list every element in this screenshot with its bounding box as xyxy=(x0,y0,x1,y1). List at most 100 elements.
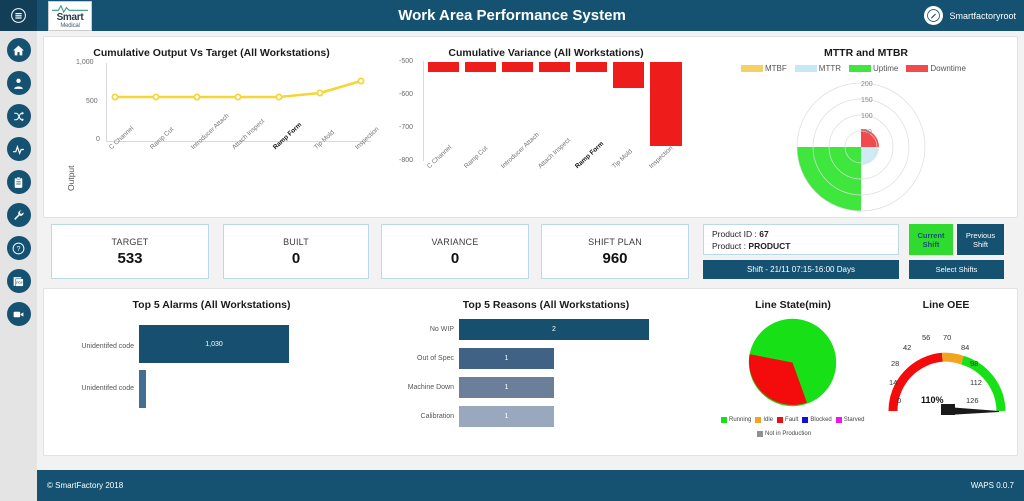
kpi-value: 0 xyxy=(450,249,460,267)
kpi-row: TARGET 533 BUILT 0 VARIANCE 0 SHIFT PLAN… xyxy=(43,224,1018,282)
current-shift-label-2: Shift xyxy=(922,239,940,249)
legend-item: Idle xyxy=(755,417,773,423)
legend-item: Uptime xyxy=(849,64,898,73)
legend-swatch xyxy=(835,417,842,423)
bar-reason-1[interactable]: 2 xyxy=(459,319,649,340)
pie-plot xyxy=(748,318,837,407)
bar-reason-2[interactable]: 1 xyxy=(459,348,554,369)
legend-item: Blocked xyxy=(802,417,832,423)
y-tick-label: -700 xyxy=(399,124,414,131)
chart-title: Line State(min) xyxy=(755,299,831,311)
bar-label: Unidentifed code xyxy=(81,343,134,350)
chart-title: MTTR and MTBR xyxy=(824,47,908,59)
sidebar-item-home[interactable] xyxy=(6,38,31,62)
sidebar-item-flow[interactable] xyxy=(6,104,31,128)
gauge-tick-28: 28 xyxy=(891,359,900,368)
sidebar-item-maintenance[interactable] xyxy=(6,203,31,227)
legend-swatch xyxy=(755,417,762,423)
previous-shift-button[interactable]: Previous Shift xyxy=(957,224,1004,255)
chart-title: Top 5 Reasons (All Workstations) xyxy=(462,299,630,311)
menu-button[interactable] xyxy=(0,0,37,31)
sidebar-item-pdf[interactable]: PDF xyxy=(6,269,31,293)
activity-icon xyxy=(13,144,24,155)
gauge-value: 110% xyxy=(921,395,944,405)
previous-shift-label-1: Previous xyxy=(965,230,996,240)
kpi-label: TARGET xyxy=(111,236,149,247)
footer-version: WAPS 0.0.7 xyxy=(970,481,1014,490)
legend-item: Downtime xyxy=(906,64,966,73)
polar-plot: 50 100 150 200 xyxy=(796,81,926,212)
select-shifts-label: Select Shifts xyxy=(935,265,978,274)
chart-cumulative-output: Cumulative Output Vs Target (All Worksta… xyxy=(44,37,380,219)
question-icon: ? xyxy=(12,242,25,254)
legend-swatch xyxy=(777,417,784,423)
bar-value: 1 xyxy=(504,413,509,420)
pie-legend-row1: Running Idle Fault Blocked Starved xyxy=(721,417,864,423)
gauge-tick-42: 42 xyxy=(903,343,912,352)
bar-label: Unidentifed code xyxy=(81,385,134,392)
brand-name-line2: Medical xyxy=(60,22,80,29)
current-shift-label-1: Current xyxy=(917,230,945,240)
gauge-tick-56: 56 xyxy=(922,333,931,342)
svg-text:PDF: PDF xyxy=(16,281,23,285)
legend-label: Downtime xyxy=(930,64,966,73)
product-name-value: PRODUCT xyxy=(748,241,791,251)
legend-item: Running xyxy=(721,417,751,423)
bar-label: Out of Spec xyxy=(417,355,454,362)
current-shift-button[interactable]: Current Shift xyxy=(909,224,953,255)
bar-alarms-2[interactable] xyxy=(139,370,146,408)
svg-text:200: 200 xyxy=(861,81,873,88)
sidebar-item-operator[interactable] xyxy=(6,71,31,95)
charts-row-bottom: Top 5 Alarms (All Workstations) Unidenti… xyxy=(43,288,1018,456)
shuffle-icon xyxy=(14,111,24,121)
chart-title: Top 5 Alarms (All Workstations) xyxy=(132,299,291,311)
bar-reason-4[interactable]: 1 xyxy=(459,406,554,427)
legend-item: MTBF xyxy=(741,64,787,73)
sidebar-item-help[interactable]: ? xyxy=(6,236,31,260)
legend-item: Not in Production xyxy=(757,431,811,437)
person-icon xyxy=(14,78,23,89)
legend-label: MTBF xyxy=(765,64,787,73)
sidebar-item-trend[interactable] xyxy=(6,137,31,161)
user-menu[interactable]: Smartfactoryroot xyxy=(924,0,1016,31)
bar-alarms-1[interactable]: 1,030 xyxy=(139,325,289,363)
bar-label: No WIP xyxy=(429,326,454,333)
video-icon xyxy=(13,311,24,317)
legend-swatch xyxy=(757,431,763,437)
chart-line-state: Line State(min) Running Idle Fault Block… xyxy=(713,289,873,457)
legend-label: Blocked xyxy=(810,417,832,423)
chart-cumulative-variance: Cumulative Variance (All Workstations) -… xyxy=(381,37,711,219)
chart-title: Line OEE xyxy=(922,299,970,311)
bar-reason-3[interactable]: 1 xyxy=(459,377,554,398)
gauge-tick-112: 112 xyxy=(970,378,982,387)
gauge-tick-84: 84 xyxy=(961,343,970,352)
sidebar-item-video[interactable] xyxy=(6,302,31,326)
chart-title: Cumulative Variance (All Workstations) xyxy=(448,47,644,59)
brand-logo[interactable]: Smart Medical xyxy=(48,1,92,31)
wrench-icon xyxy=(14,209,24,220)
select-shifts-button[interactable]: Select Shifts xyxy=(909,260,1004,279)
kpi-value: 0 xyxy=(291,249,301,267)
main-content: Cumulative Output Vs Target (All Worksta… xyxy=(37,31,1024,470)
charts-row-top: Cumulative Output Vs Target (All Worksta… xyxy=(43,36,1018,218)
legend-label: Uptime xyxy=(873,64,899,73)
brand-name-line1: Smart xyxy=(56,11,84,23)
y-tick-label: -600 xyxy=(399,91,414,98)
kpi-value: 533 xyxy=(117,249,143,267)
legend-swatch xyxy=(802,417,809,423)
kpi-value: 960 xyxy=(602,249,628,267)
kpi-card-variance: VARIANCE 0 xyxy=(381,224,529,279)
footer: © SmartFactory 2018 WAPS 0.0.7 xyxy=(37,470,1024,501)
svg-text:?: ? xyxy=(17,246,21,253)
legend-swatch xyxy=(849,65,871,72)
y-tick-label: 1,000 xyxy=(76,59,94,66)
menu-icon xyxy=(11,8,26,23)
pie-legend-row2: Not in Production xyxy=(757,431,811,437)
sidebar-item-reports[interactable] xyxy=(6,170,31,194)
avatar xyxy=(924,6,944,25)
legend-label: Idle xyxy=(763,417,774,423)
gauge-tick-70: 70 xyxy=(943,333,952,342)
page-title: Work Area Performance System xyxy=(398,7,626,24)
product-name-label: Product : xyxy=(712,241,747,251)
legend-label: Running xyxy=(729,417,752,423)
